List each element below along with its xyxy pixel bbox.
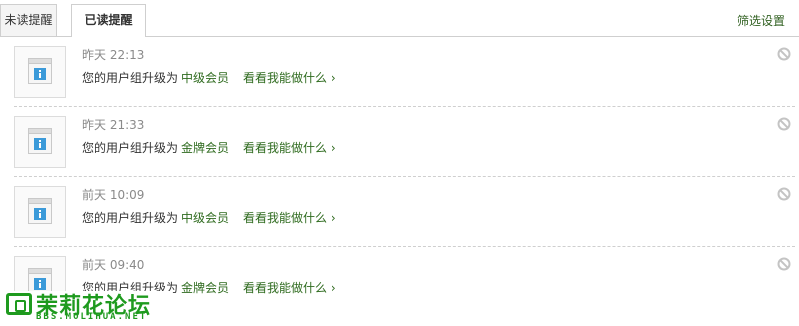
delete-icon[interactable] bbox=[777, 117, 791, 131]
delete-icon[interactable] bbox=[777, 257, 791, 271]
message-text: 您的用户组升级为 bbox=[82, 71, 179, 85]
group-link[interactable]: 中级会员 bbox=[181, 71, 229, 85]
delete-icon[interactable] bbox=[777, 47, 791, 61]
tab-read[interactable]: 已读提醒 bbox=[71, 4, 146, 37]
notice-icon bbox=[28, 58, 52, 84]
filter-settings-link[interactable]: 筛选设置 bbox=[737, 12, 785, 29]
logo-mark bbox=[6, 293, 32, 315]
notification-time: 昨天 21:33 bbox=[82, 118, 145, 132]
notification-time: 前天 10:09 bbox=[82, 188, 145, 202]
message-text: 您的用户组升级为 bbox=[82, 141, 179, 155]
delete-icon[interactable] bbox=[777, 187, 791, 201]
tab-bar: 未读提醒 已读提醒 筛选设置 bbox=[0, 0, 799, 37]
notification-item: 昨天 21:33 您的用户组升级为 金牌会员 看看我能做什么 › bbox=[0, 107, 799, 177]
notification-item: 前天 10:09 您的用户组升级为 中级会员 看看我能做什么 › bbox=[0, 177, 799, 247]
message-text: 您的用户组升级为 bbox=[82, 211, 179, 225]
group-link[interactable]: 金牌会员 bbox=[181, 281, 229, 295]
system-avatar bbox=[14, 46, 66, 98]
site-watermark-logo: 茉莉花论坛 BBS.MOLIHUA.NET bbox=[3, 291, 171, 325]
what-can-i-do-link[interactable]: 看看我能做什么 › bbox=[243, 211, 336, 225]
system-avatar bbox=[14, 116, 66, 168]
group-link[interactable]: 中级会员 bbox=[181, 211, 229, 225]
what-can-i-do-link[interactable]: 看看我能做什么 › bbox=[243, 71, 336, 85]
group-link[interactable]: 金牌会员 bbox=[181, 141, 229, 155]
notification-time: 前天 09:40 bbox=[82, 258, 145, 272]
notification-message: 您的用户组升级为 中级会员 看看我能做什么 › bbox=[82, 69, 336, 86]
tab-unread[interactable]: 未读提醒 bbox=[0, 4, 57, 36]
what-can-i-do-link[interactable]: 看看我能做什么 › bbox=[243, 281, 336, 295]
logo-site: BBS.MOLIHUA.NET bbox=[36, 312, 148, 322]
system-avatar bbox=[14, 186, 66, 238]
what-can-i-do-link[interactable]: 看看我能做什么 › bbox=[243, 141, 336, 155]
notification-message: 您的用户组升级为 中级会员 看看我能做什么 › bbox=[82, 209, 336, 226]
notification-message: 您的用户组升级为 金牌会员 看看我能做什么 › bbox=[82, 139, 336, 156]
notification-time: 昨天 22:13 bbox=[82, 48, 145, 62]
notice-icon bbox=[28, 128, 52, 154]
notification-item: 昨天 22:13 您的用户组升级为 中级会员 看看我能做什么 › bbox=[0, 37, 799, 107]
notice-icon bbox=[28, 198, 52, 224]
